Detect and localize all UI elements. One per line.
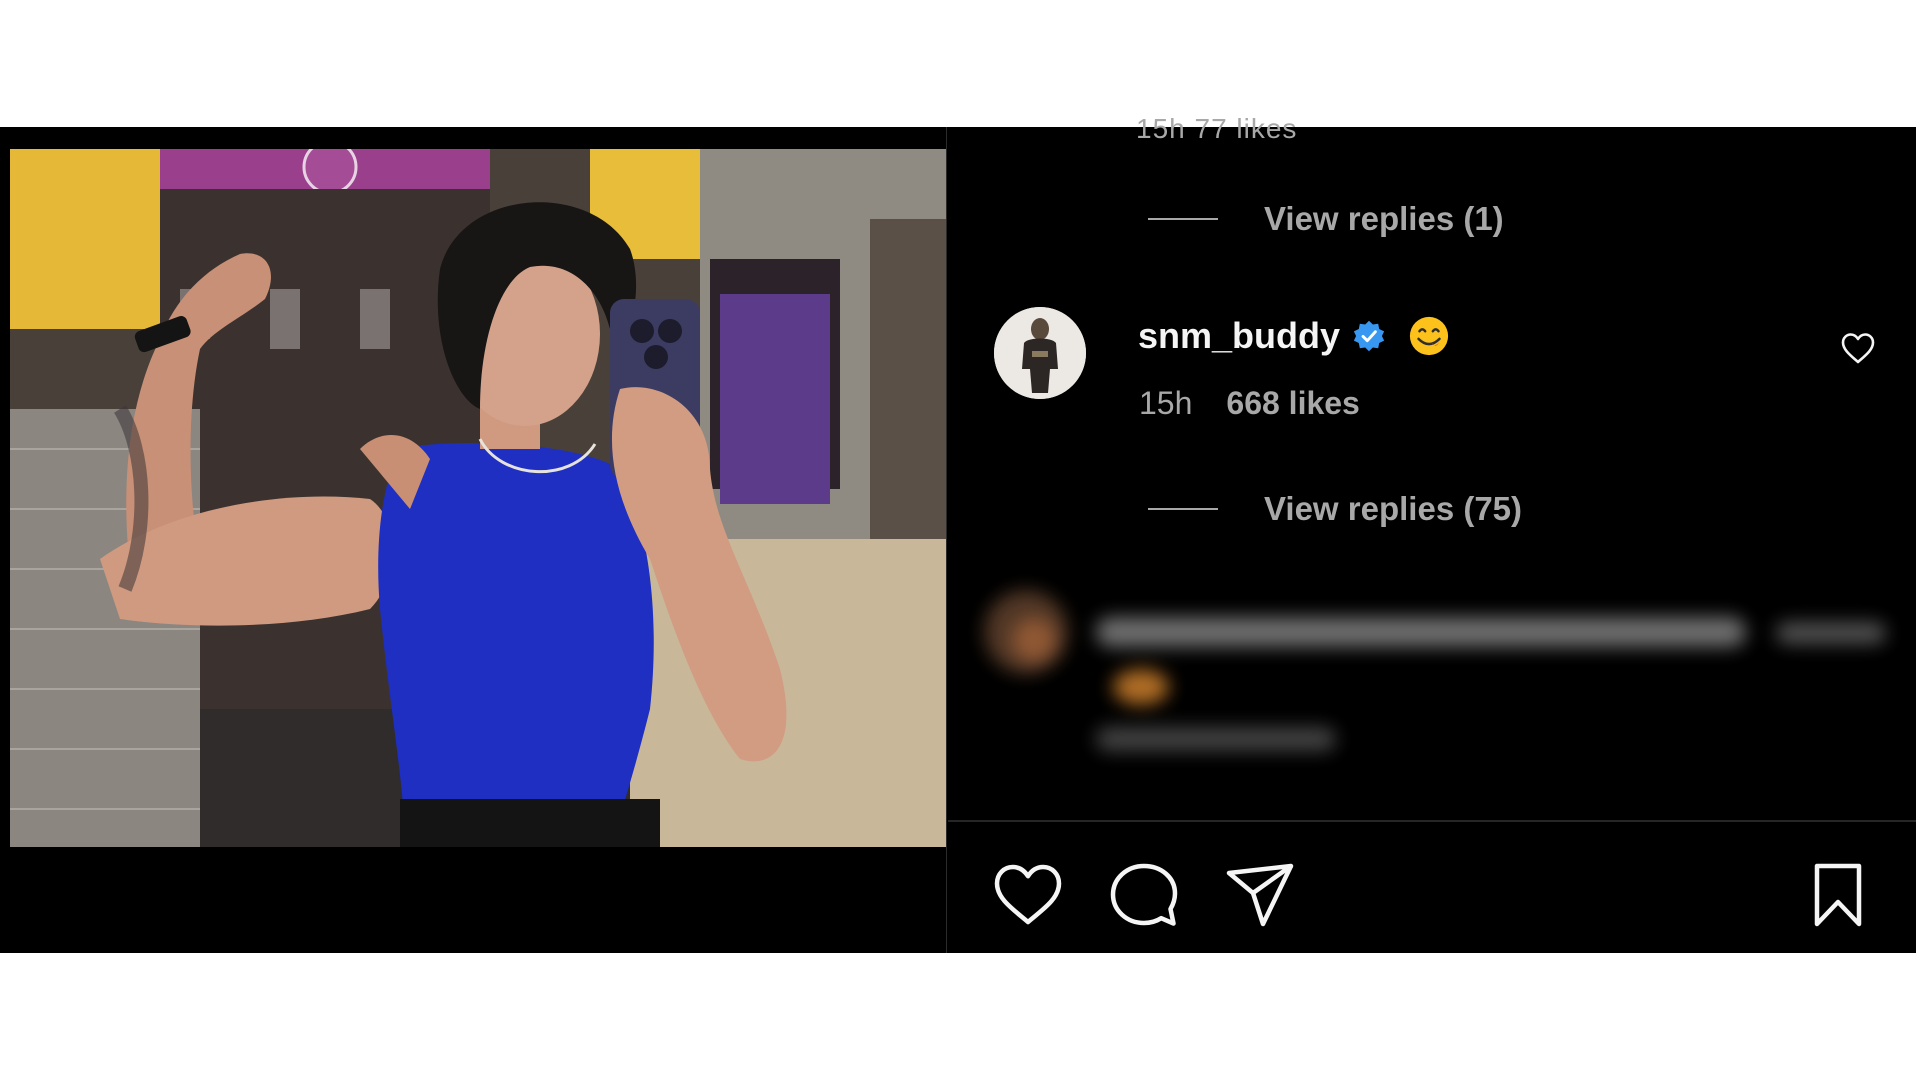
reply-thread-line (1148, 218, 1218, 220)
face-savoring-food-emoji (1409, 316, 1449, 356)
comment-meta: 15h 668 likes (1139, 385, 1360, 422)
post-action-bar (948, 822, 1916, 953)
gym-selfie-illustration (10, 149, 946, 847)
view-replies-button-first[interactable]: View replies (1) (1264, 200, 1504, 238)
instagram-post-modal: 15h 77 likes View replies (1) snm_buddy (0, 113, 1916, 953)
commenter-avatar[interactable] (994, 307, 1086, 399)
comment-username[interactable]: snm_buddy (1138, 315, 1340, 357)
view-replies-button-second[interactable]: View replies (75) (1264, 490, 1522, 528)
paper-plane-icon[interactable] (1225, 862, 1295, 928)
avatar-figure-illustration (994, 307, 1086, 399)
post-media-pane (10, 127, 947, 953)
comments-pane: 15h 77 likes View replies (1) snm_buddy (948, 113, 1916, 953)
screenshot-canvas: 15h 77 likes View replies (1) snm_buddy (0, 0, 1920, 1080)
view-replies-row-first[interactable]: View replies (1) (1148, 199, 1504, 239)
comment-bubble-icon[interactable] (1109, 862, 1179, 928)
blurred-comment-placeholder (984, 590, 1886, 751)
comment-like-count[interactable]: 668 likes (1226, 385, 1359, 422)
heart-icon[interactable] (993, 862, 1063, 928)
previous-comment-meta-partial: 15h 77 likes (1136, 113, 1298, 144)
verified-badge-icon (1353, 320, 1385, 352)
post-photo[interactable] (10, 149, 946, 847)
bookmark-icon[interactable] (1803, 862, 1873, 928)
comment-header: snm_buddy (1138, 311, 1450, 361)
comment-timestamp: 15h (1139, 385, 1193, 421)
reply-thread-line (1148, 508, 1218, 510)
comment-like-heart-icon[interactable] (1840, 331, 1876, 365)
view-replies-row-second[interactable]: View replies (75) (1148, 489, 1522, 529)
